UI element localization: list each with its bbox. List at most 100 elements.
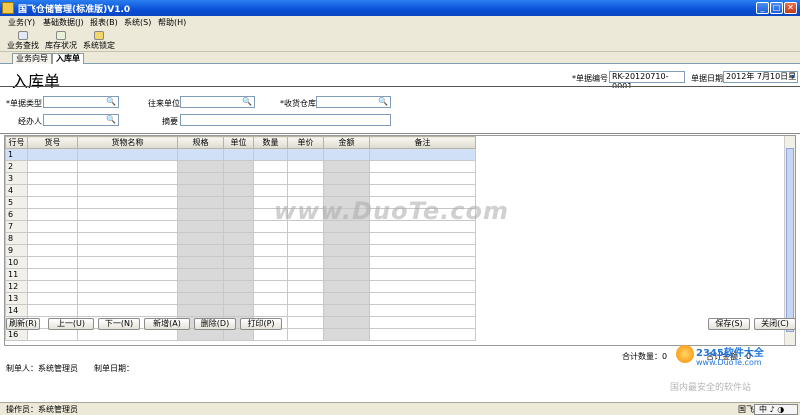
grid-cell[interactable] — [369, 268, 476, 281]
grid-cell[interactable] — [369, 172, 476, 185]
grid-cell[interactable] — [253, 256, 288, 269]
grid-cell[interactable] — [323, 172, 370, 185]
col-header-remark[interactable]: 备注 — [369, 136, 476, 149]
grid-cell[interactable] — [223, 304, 254, 317]
grid-cell[interactable] — [77, 196, 178, 209]
grid-cell[interactable] — [77, 220, 178, 233]
grid-cell[interactable] — [177, 148, 224, 161]
grid-cell[interactable] — [177, 232, 224, 245]
menu-help[interactable]: 帮助(H) — [158, 17, 186, 28]
grid-cell[interactable] — [223, 280, 254, 293]
grid-cell[interactable] — [287, 232, 324, 245]
grid-cell[interactable] — [177, 208, 224, 221]
grid-cell[interactable] — [177, 196, 224, 209]
grid-cell[interactable] — [77, 208, 178, 221]
grid-cell[interactable] — [323, 304, 370, 317]
grid-cell[interactable] — [253, 148, 288, 161]
grid-cell[interactable] — [177, 160, 224, 173]
grid-cell[interactable] — [27, 196, 78, 209]
grid-cell[interactable] — [287, 280, 324, 293]
grid-cell[interactable] — [77, 292, 178, 305]
grid-cell[interactable] — [27, 208, 78, 221]
grid-cell[interactable] — [323, 280, 370, 293]
grid-cell[interactable] — [223, 268, 254, 281]
scroll-thumb[interactable] — [786, 148, 794, 332]
grid-cell[interactable] — [27, 304, 78, 317]
table-row[interactable]: 14 — [5, 304, 476, 317]
grid-cell[interactable] — [323, 292, 370, 305]
next-button[interactable]: 下一(N) — [98, 318, 140, 330]
col-header-spec[interactable]: 规格 — [177, 136, 224, 149]
grid-cell[interactable] — [253, 268, 288, 281]
grid-cell[interactable] — [27, 172, 78, 185]
table-row[interactable]: 1 — [5, 148, 476, 161]
grid-cell[interactable] — [27, 292, 78, 305]
grid-cell[interactable] — [223, 292, 254, 305]
table-row[interactable]: 9 — [5, 244, 476, 257]
grid-cell[interactable] — [253, 172, 288, 185]
grid-cell[interactable] — [177, 184, 224, 197]
grid-cell[interactable] — [223, 172, 254, 185]
grid-cell[interactable] — [369, 244, 476, 257]
grid-cell[interactable] — [369, 184, 476, 197]
search-icon[interactable]: 🔍 — [242, 98, 252, 106]
grid-cell[interactable] — [223, 208, 254, 221]
grid-cell[interactable] — [287, 304, 324, 317]
grid-cell[interactable] — [77, 172, 178, 185]
grid-cell[interactable] — [27, 328, 78, 341]
table-row[interactable]: 2 — [5, 160, 476, 173]
grid-cell[interactable] — [323, 148, 370, 161]
grid-cell[interactable] — [287, 160, 324, 173]
stock-status-button[interactable]: 库存状况 — [44, 31, 78, 51]
table-row[interactable]: 11 — [5, 268, 476, 281]
grid-cell[interactable] — [287, 172, 324, 185]
grid-cell[interactable] — [369, 304, 476, 317]
grid-cell[interactable] — [223, 148, 254, 161]
add-button[interactable]: 新增(A) — [144, 318, 190, 330]
grid-cell[interactable] — [177, 172, 224, 185]
grid-cell[interactable] — [369, 280, 476, 293]
grid-cell[interactable] — [223, 160, 254, 173]
grid-cell[interactable] — [223, 244, 254, 257]
grid-cell[interactable] — [177, 244, 224, 257]
grid-cell[interactable] — [323, 328, 370, 341]
grid-cell[interactable] — [323, 244, 370, 257]
grid-cell[interactable] — [223, 256, 254, 269]
col-header-row-no[interactable]: 行号 — [5, 136, 28, 149]
grid-cell[interactable] — [27, 268, 78, 281]
grid-cell[interactable] — [77, 232, 178, 245]
grid-cell[interactable] — [177, 220, 224, 233]
grid-cell[interactable] — [323, 316, 370, 329]
col-header-qty[interactable]: 数量 — [253, 136, 288, 149]
grid-cell[interactable] — [77, 304, 178, 317]
doc-no-field[interactable]: RK-20120710-0001 — [609, 71, 685, 91]
grid-cell[interactable] — [77, 244, 178, 257]
col-header-amount[interactable]: 金额 — [323, 136, 370, 149]
doc-date-picker[interactable]: 2012年 7月10日星 ▾ — [723, 71, 798, 83]
grid-cell[interactable] — [177, 268, 224, 281]
grid-cell[interactable] — [77, 328, 178, 341]
grid-cell[interactable] — [287, 256, 324, 269]
search-icon[interactable]: 🔍 — [378, 98, 388, 106]
grid-cell[interactable] — [77, 256, 178, 269]
grid-cell[interactable] — [287, 244, 324, 257]
summary-field[interactable] — [180, 114, 391, 126]
chevron-down-icon[interactable]: ▾ — [791, 73, 795, 81]
grid-cell[interactable] — [287, 184, 324, 197]
handler-field[interactable]: 🔍 — [43, 114, 119, 126]
grid-cell[interactable] — [287, 316, 324, 329]
table-row[interactable]: 16 — [5, 328, 476, 341]
menu-system[interactable]: 系统(S) — [124, 17, 151, 28]
search-icon[interactable]: 🔍 — [106, 98, 116, 106]
grid-cell[interactable] — [77, 268, 178, 281]
ime-indicator[interactable]: 中 ♪ ◑ — [754, 404, 798, 415]
menu-base-data[interactable]: 基础数据(J) — [43, 17, 84, 28]
col-header-price[interactable]: 单价 — [287, 136, 324, 149]
table-row[interactable]: 13 — [5, 292, 476, 305]
partner-field[interactable]: 🔍 — [180, 96, 255, 108]
previous-button[interactable]: 上一(U) — [48, 318, 94, 330]
grid-cell[interactable] — [27, 184, 78, 197]
grid-cell[interactable] — [287, 328, 324, 341]
delete-button[interactable]: 删除(D) — [194, 318, 236, 330]
menu-reports[interactable]: 报表(B) — [90, 17, 118, 28]
